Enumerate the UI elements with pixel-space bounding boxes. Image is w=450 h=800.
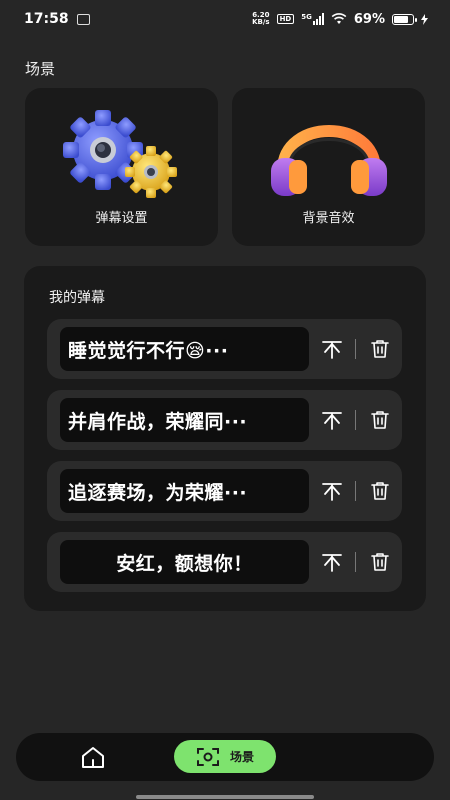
network-type: 5G bbox=[301, 13, 312, 21]
background-sound-label: 背景音效 bbox=[302, 211, 355, 226]
trash-icon[interactable] bbox=[369, 338, 391, 360]
danmu-text[interactable]: 并肩作战，荣耀同··· bbox=[60, 398, 309, 442]
background-sound-card[interactable]: 背景音效 bbox=[232, 88, 425, 246]
danmu-settings-card[interactable]: 弹幕设置 bbox=[25, 88, 218, 246]
battery-percent: 69% bbox=[353, 11, 385, 27]
danmu-text[interactable]: 睡觉觉行不行😪··· bbox=[60, 327, 309, 371]
my-danmu-title: 我的弹幕 bbox=[49, 290, 105, 306]
flip-icon[interactable] bbox=[321, 480, 343, 502]
notification-icon bbox=[76, 13, 90, 25]
danmu-settings-label: 弹幕设置 bbox=[95, 211, 148, 226]
danmu-text[interactable]: 追逐赛场，为荣耀··· bbox=[60, 469, 309, 513]
divider bbox=[355, 481, 356, 501]
my-danmu-panel: 我的弹幕 睡觉觉行不行😪··· 并肩作战，荣耀同··· 追逐赛场，为荣耀··· … bbox=[24, 266, 426, 611]
danmu-item[interactable]: 睡觉觉行不行😪··· bbox=[47, 319, 402, 379]
wifi-icon bbox=[331, 13, 347, 24]
headphones-icon bbox=[271, 125, 387, 196]
network-speed: 6.20 KB/s bbox=[252, 12, 269, 26]
trash-icon[interactable] bbox=[369, 551, 391, 573]
status-left: 17:58 bbox=[24, 11, 90, 27]
flip-icon[interactable] bbox=[321, 551, 343, 573]
gears-icon bbox=[63, 110, 177, 198]
trash-icon[interactable] bbox=[369, 480, 391, 502]
charging-icon bbox=[421, 13, 428, 25]
divider bbox=[355, 552, 356, 572]
signal-icon: 5G bbox=[301, 13, 324, 25]
flip-icon[interactable] bbox=[321, 409, 343, 431]
home-icon[interactable] bbox=[80, 745, 106, 769]
bottom-tab-bar: 场景 bbox=[16, 733, 434, 781]
home-indicator[interactable] bbox=[136, 795, 314, 799]
status-bar: 17:58 6.20 KB/s HD 5G 69% bbox=[0, 0, 450, 38]
network-speed-unit: KB/s bbox=[252, 18, 270, 26]
divider bbox=[355, 339, 356, 359]
scan-icon bbox=[196, 747, 219, 766]
tab-scene-label: 场景 bbox=[229, 750, 254, 764]
flip-icon[interactable] bbox=[321, 338, 343, 360]
trash-icon[interactable] bbox=[369, 409, 391, 431]
status-time: 17:58 bbox=[24, 11, 69, 27]
danmu-item[interactable]: 追逐赛场，为荣耀··· bbox=[47, 461, 402, 521]
divider bbox=[355, 410, 356, 430]
battery-icon bbox=[392, 13, 417, 25]
tab-scene[interactable]: 场景 bbox=[174, 740, 276, 773]
section-title: 场景 bbox=[25, 60, 56, 78]
danmu-item[interactable]: 并肩作战，荣耀同··· bbox=[47, 390, 402, 450]
hd-badge: HD bbox=[276, 14, 295, 24]
danmu-item[interactable]: 安红，额想你！ bbox=[47, 532, 402, 592]
status-right: 6.20 KB/s HD 5G 69% bbox=[252, 12, 428, 27]
danmu-text[interactable]: 安红，额想你！ bbox=[60, 540, 309, 584]
